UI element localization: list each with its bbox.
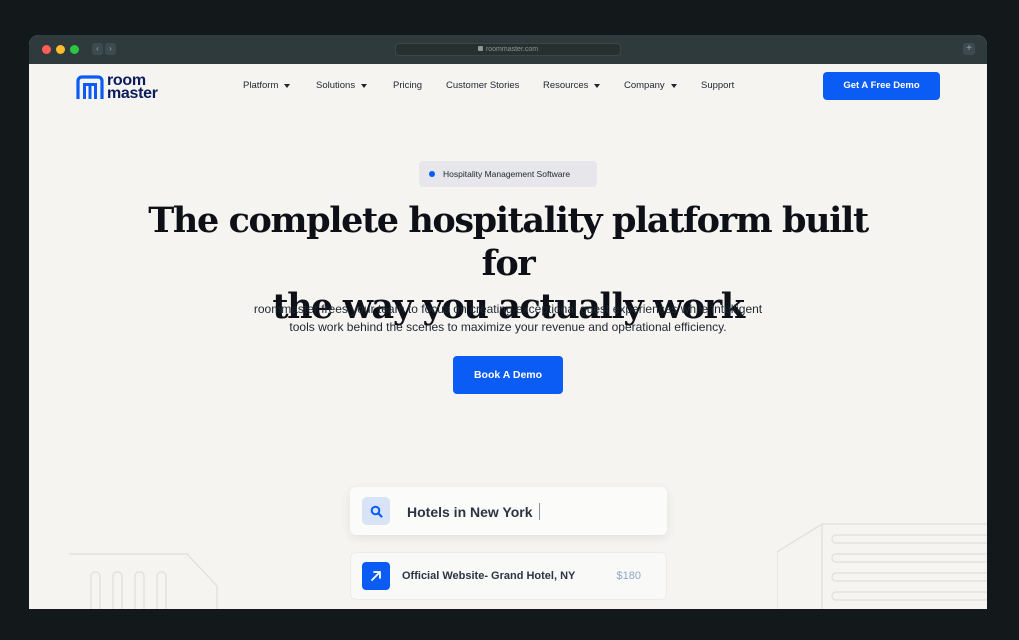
nav-label: Support bbox=[701, 80, 735, 91]
minimize-window-button[interactable] bbox=[56, 45, 65, 54]
caret-down-icon bbox=[284, 83, 291, 88]
nav-item-resources[interactable]: Resources bbox=[543, 80, 601, 91]
headline-line-1: The complete hospitality platform built … bbox=[148, 200, 869, 284]
url-text: roommaster.com bbox=[485, 46, 539, 53]
external-link-arrow-icon bbox=[362, 562, 390, 590]
search-query: Hotels in New York bbox=[407, 503, 533, 520]
caret-down-icon bbox=[670, 83, 677, 88]
new-tab-button[interactable]: + bbox=[963, 43, 975, 55]
search-query-text: Hotels in New York bbox=[407, 502, 540, 520]
browser-chrome: ‹ › roommaster.com + bbox=[29, 35, 987, 64]
hero-subtext: roommaster frees your team to focus on c… bbox=[209, 300, 807, 336]
building-illustration-right bbox=[777, 523, 987, 609]
nav-item-solutions[interactable]: Solutions bbox=[316, 80, 368, 91]
site-header: room master Platform Solutions Pricing C… bbox=[29, 64, 987, 110]
lock-icon bbox=[477, 46, 483, 51]
text-cursor bbox=[538, 502, 540, 520]
result-title: Official Website- Grand Hotel, NY bbox=[402, 570, 576, 582]
category-badge: Hospitality Management Software bbox=[419, 161, 597, 187]
book-demo-button[interactable]: Book A Demo bbox=[453, 356, 563, 394]
badge-dot-icon bbox=[429, 171, 435, 177]
badge-label: Hospitality Management Software bbox=[443, 169, 571, 179]
nav-item-pricing[interactable]: Pricing bbox=[393, 80, 422, 91]
search-icon bbox=[362, 497, 390, 525]
forward-arrow-icon[interactable]: › bbox=[105, 43, 116, 55]
roommaster-logo[interactable]: room master bbox=[76, 73, 158, 102]
nav-item-platform[interactable]: Platform bbox=[243, 80, 291, 91]
search-demo-card: Hotels in New York bbox=[350, 487, 667, 535]
nav-label: Pricing bbox=[393, 80, 423, 91]
result-price: $180 bbox=[616, 570, 641, 582]
get-free-demo-button[interactable]: Get A Free Demo bbox=[823, 72, 940, 100]
search-result-card: Official Website- Grand Hotel, NY $180 bbox=[350, 552, 667, 600]
address-bar[interactable]: roommaster.com bbox=[395, 43, 621, 56]
back-arrow-icon[interactable]: ‹ bbox=[92, 43, 103, 55]
nav-label: Company bbox=[624, 80, 665, 91]
nav-item-customer-stories[interactable]: Customer Stories bbox=[446, 80, 519, 91]
close-window-button[interactable] bbox=[42, 45, 51, 54]
nav-label: Platform bbox=[243, 80, 279, 91]
webpage: room master Platform Solutions Pricing C… bbox=[29, 64, 987, 609]
browser-window: ‹ › roommaster.com + room master Platfor… bbox=[29, 35, 987, 609]
nav-label: Solutions bbox=[316, 80, 356, 91]
nav-item-support[interactable]: Support bbox=[701, 80, 734, 91]
logo-word-master: master bbox=[107, 85, 158, 102]
nav-label: Resources bbox=[543, 80, 589, 91]
maximize-window-button[interactable] bbox=[70, 45, 79, 54]
caret-down-icon bbox=[594, 83, 601, 88]
subtext-line-2: tools work behind the scenes to maximize… bbox=[289, 320, 727, 334]
nav-item-company[interactable]: Company bbox=[624, 80, 677, 91]
nav-label: Customer Stories bbox=[446, 80, 520, 91]
building-illustration-left bbox=[69, 553, 218, 609]
logo-mark-icon bbox=[76, 74, 104, 99]
logo-wordmark: room master bbox=[107, 73, 158, 102]
subtext-line-1: roommaster frees your team to focus on c… bbox=[253, 302, 763, 316]
caret-down-icon bbox=[361, 83, 368, 88]
